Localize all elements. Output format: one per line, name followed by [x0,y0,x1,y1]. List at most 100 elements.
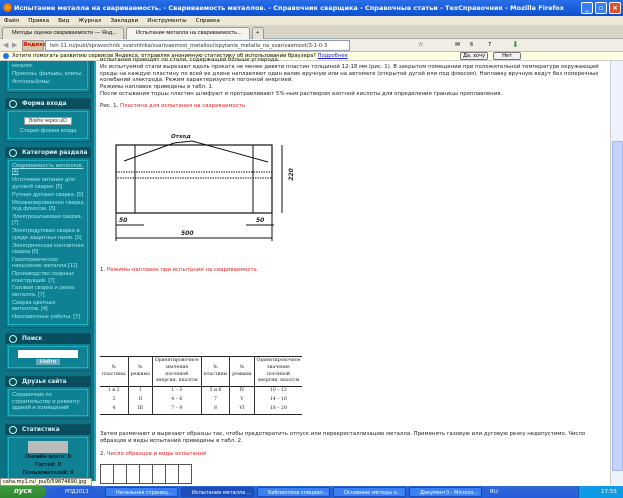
sidebar-link[interactable]: Приколы, фильмы, клипы. [12,71,84,77]
taskbar-item[interactable]: Основные методы о... [333,487,406,497]
cell: II [127,395,153,405]
category-link[interactable]: Производство сварных конструкций. [7] [12,271,84,284]
minimize-button[interactable]: _ [581,2,593,14]
info-icon [3,53,9,59]
back-icon[interactable]: ◀ [3,41,8,49]
stats-panel: Статистика Онлайн всего: 0 Гостей: 0 Пол… [5,424,91,481]
menu-history[interactable]: Журнал [78,18,101,24]
friend-link[interactable]: Справочник по строительству и ремонту зд… [12,392,84,411]
category-link[interactable]: Сварка цветных металлов. [4] [12,300,84,313]
cell: III [127,404,153,415]
category-link[interactable]: Газотермическое напыление металла [11] [12,257,84,270]
panel-icon [9,149,17,158]
weather-badge[interactable]: 6 [470,42,473,48]
taskbar-item[interactable]: Библиотека специал... [257,487,330,497]
figure-title: Пластина для испытания на свариваемость [120,102,246,109]
system-tray: 17:55 [578,486,623,498]
taskbar-item-active[interactable]: Испытание металла ... [181,487,254,497]
cell: 14 – 16 [253,395,303,405]
scroll-thumb[interactable] [612,141,623,471]
cell: 1 – 3 [151,386,202,396]
menu-help[interactable]: Справка [196,18,220,24]
login-panel: Форма входа Войти через uID Старая форма… [5,97,91,143]
close-button[interactable]: × [609,2,621,14]
search-button[interactable]: Найти [36,358,60,366]
menu-view[interactable]: Вид [58,18,69,24]
stats-users: Пользователей: 0 [22,469,74,476]
old-login-link[interactable]: Старая форма входа [12,128,84,134]
menu-edit[interactable]: Правка [28,18,49,24]
panel-title: Друзья сайта [22,379,67,386]
tab-yandex[interactable]: Методы оценки свариваемости — Янд... [2,27,124,39]
menu-bookmarks[interactable]: Закладки [110,18,138,24]
taskbar-item[interactable]: Начальная страниц... [105,487,178,497]
category-link[interactable]: Источники питания для дуговой сварки. [5… [12,177,84,190]
category-link[interactable]: Механизированная сварка под флюсом. [5] [12,200,84,213]
article-content: испытания проводят по стали, содержащей … [94,57,610,484]
label-margin-left: 50 [119,217,128,224]
table-header: № режима [229,356,255,387]
mail-icon[interactable]: ✉ [455,41,460,48]
table-title: Режимы наплавок при испытании на сварива… [106,267,257,273]
menu-file[interactable]: Файл [4,18,19,24]
category-link[interactable]: Свариваемость металлов. [4] [12,163,84,176]
window-title: Испытание металла на свариваемость. - Св… [14,4,564,12]
download-icon[interactable]: ⬇ [512,40,519,49]
category-link[interactable]: Электрическая контактная сварка [6] [12,243,84,256]
scrollbar[interactable] [610,61,623,485]
new-tab-button[interactable]: + [252,27,264,39]
cell: 8 [200,404,230,415]
star-icon[interactable]: ☆ [418,41,423,48]
table-header: № пластины [200,356,230,387]
taskbar-item[interactable]: Документ3 - Microso... [409,487,482,497]
cell: 4 – 6 [151,395,202,405]
table-number: 1. [100,267,106,273]
panel-title: Категории раздела [22,150,88,157]
yandex-logo[interactable]: Яндекс [22,40,46,51]
cell: IV [229,386,255,396]
cell: V [229,395,255,405]
notify-badge[interactable]: 7 [488,42,491,48]
start-button[interactable]: пуск [0,486,46,498]
sidebar-link[interactable]: каталог. [12,63,84,69]
panel-icon [9,334,17,343]
tab-active[interactable]: Испытание металла на свариваемость... [126,27,250,39]
category-link[interactable]: Электрошлаковая сварка. [7] [12,214,84,227]
table-title: Число образцов и виды испытаний [106,451,207,457]
forward-icon[interactable]: ▶ [12,41,17,49]
language-indicator[interactable]: RU [490,489,498,495]
table-row: 4 III 7 – 9 8 VI 18 – 20 [100,404,303,415]
cell: I [127,386,153,396]
login-uid-button[interactable]: Войти через uID [24,116,72,126]
sidebar-link[interactable]: Фотоальбомы [12,79,84,85]
paragraph: После остывания торцы пластин шлифуют и … [100,90,503,97]
category-link[interactable]: Электродуговая сварка в среде защитных г… [12,228,84,241]
table-number: 2. [100,451,106,457]
search-input[interactable] [18,349,78,358]
navigation-bar: ◀ ▶ Яндекс teh-11.ru/publ/spravochnik_sv… [0,39,623,52]
cell: 18 – 20 [253,404,303,415]
taskbar-item[interactable]: РПД2013 [55,487,95,497]
url-input[interactable]: teh-11.ru/publ/spravochnik_svarshhika/sv… [45,40,350,51]
start-label: пуск [14,487,33,495]
category-link[interactable]: Газовая сварка и резка металла. [7] [12,285,84,298]
cell: 10 – 12 [253,386,303,396]
title-bar: Испытание металла на свариваемость. - Св… [0,0,623,16]
cell: 3 [112,396,116,402]
sidebar: каталог. Приколы, фильмы, клипы. Фотоаль… [0,61,94,481]
taskbar-label: Основные методы о... [344,490,402,496]
friends-panel: Друзья сайта Справочник по строительству… [5,376,91,420]
figure-number: Рис. 1. [100,102,119,109]
maximize-button[interactable]: ▫ [595,2,607,14]
plate-drawing [115,140,283,241]
panel-icon [9,99,17,108]
cell: 4 [112,405,116,411]
menu-tools[interactable]: Инструменты [147,18,186,24]
table-header: Ориентировочное значение погонной энерги… [253,356,303,387]
paragraph: испытания проводят по стали, содержащей … [100,57,280,63]
category-link[interactable]: Ручная дуговая сварка. [5] [12,192,84,198]
category-link[interactable]: Наплавочные работы. [7] [12,314,84,320]
table-header: Ориентировочное значение погонной энерги… [151,356,202,387]
taskbar: пуск РПД2013 Начальная страниц... Испыта… [0,486,623,498]
label-width: 500 [181,230,194,237]
